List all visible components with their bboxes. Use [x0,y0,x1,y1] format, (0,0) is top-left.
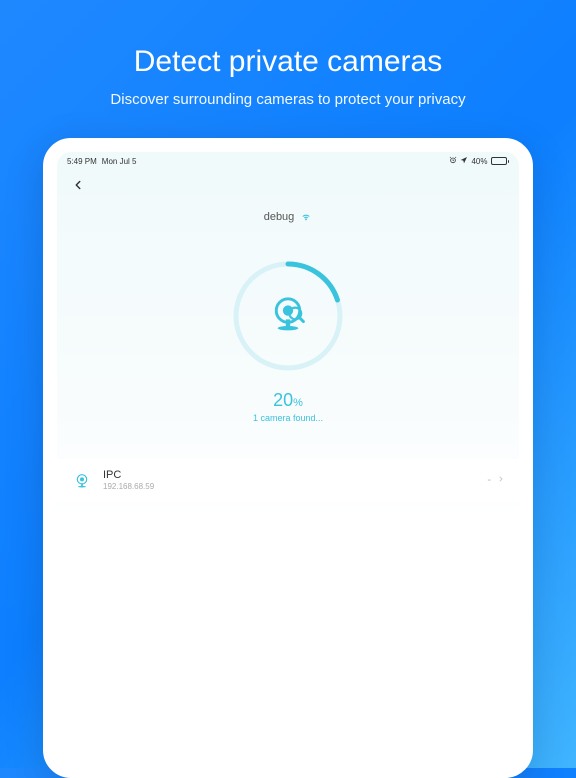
wifi-icon [300,208,312,226]
status-time: 5:49 PM [67,157,97,166]
device-ip: 192.168.68.59 [103,482,477,491]
hero-subtitle: Discover surrounding cameras to protect … [20,91,556,108]
scanner-progress-ring [228,256,348,376]
status-bar: 5:49 PM Mon Jul 5 40% [57,152,519,168]
battery-percent: 40% [471,157,487,166]
camera-search-icon [266,292,310,341]
device-list: IPC 192.168.68.59 - [57,459,519,501]
chevron-right-icon [497,473,505,487]
battery-icon [491,157,510,165]
alarm-icon [449,156,457,166]
scan-progress-value: 20 [273,390,293,410]
scan-found-text: 1 camera found... [57,413,519,423]
device-status: - [487,474,491,486]
screen: 5:49 PM Mon Jul 5 40% [57,152,519,764]
status-date: Mon Jul 5 [102,157,137,166]
scan-progress: 20% [57,390,519,411]
scan-progress-unit: % [293,397,303,409]
scanner-area: 20% 1 camera found... [57,236,519,441]
device-row[interactable]: IPC 192.168.68.59 - [57,459,519,501]
camera-icon [71,469,93,491]
device-name: IPC [103,469,477,481]
location-icon [460,156,468,166]
hero-title: Detect private cameras [20,45,556,79]
back-button[interactable] [71,176,85,200]
network-row: debug [57,204,519,236]
network-ssid: debug [264,211,295,223]
tablet-frame: 5:49 PM Mon Jul 5 40% [43,138,533,778]
